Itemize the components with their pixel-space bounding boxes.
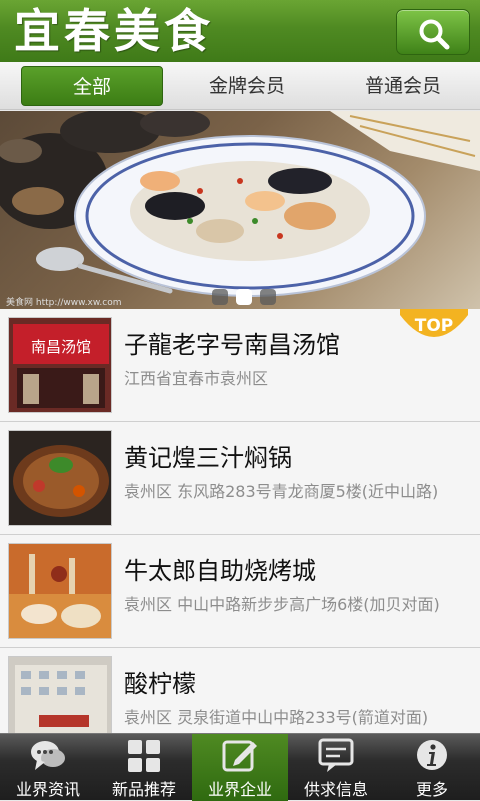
top-badge: TOP xyxy=(400,309,468,337)
tab-gold-member[interactable]: 金牌会员 xyxy=(176,66,318,106)
seafood-dish-image: 美食网 http://www.xw.com xyxy=(0,111,480,308)
nav-supply-demand[interactable]: 供求信息 xyxy=(288,734,384,801)
restaurant-name: 子龍老字号南昌汤馆 xyxy=(124,331,340,359)
list-item[interactable]: 南昌汤馆 子龍老字号南昌汤馆 江西省宜春市袁州区 TOP xyxy=(0,309,480,422)
restaurant-thumbnail xyxy=(8,543,112,639)
restaurant-thumbnail xyxy=(8,656,112,733)
chat-bubbles-icon xyxy=(31,741,65,770)
restaurant-name: 酸柠檬 xyxy=(124,670,196,698)
search-icon xyxy=(419,19,450,50)
nav-label: 更多 xyxy=(415,780,448,799)
restaurant-thumbnail xyxy=(8,430,112,526)
restaurant-address: 江西省宜春市袁州区 xyxy=(124,369,269,388)
nav-label: 业界企业 xyxy=(207,780,272,799)
shop-sign-text: 南昌汤馆 xyxy=(31,338,91,356)
nav-label: 业界资讯 xyxy=(15,780,80,799)
restaurant-address: 袁州区 东风路283号青龙商厦5楼(近中山路) xyxy=(124,482,439,501)
restaurant-name: 牛太郎自助烧烤城 xyxy=(124,557,316,585)
restaurant-list: 南昌汤馆 子龍老字号南昌汤馆 江西省宜春市袁州区 TOP 黄记煌三汁焖锅 袁州区… xyxy=(0,309,480,733)
search-button[interactable] xyxy=(396,9,470,55)
nav-label: 供求信息 xyxy=(303,780,368,799)
list-item[interactable]: 黄记煌三汁焖锅 袁州区 东风路283号青龙商厦5楼(近中山路) xyxy=(0,422,480,535)
edit-icon xyxy=(222,740,257,772)
nav-more[interactable]: 更多 xyxy=(384,734,480,801)
grid-icon xyxy=(128,740,160,772)
restaurant-address: 袁州区 中山中路新步步高广场6楼(加贝对面) xyxy=(124,595,440,614)
bottom-navigation: 业界资讯 新品推荐 业界企业 供求信息 更多 xyxy=(0,733,480,801)
list-item[interactable]: 牛太郎自助烧烤城 袁州区 中山中路新步步高广场6楼(加贝对面) xyxy=(0,535,480,648)
banner-pager-dot[interactable] xyxy=(260,289,276,305)
list-item[interactable]: 酸柠檬 袁州区 灵泉街道中山中路233号(箭道对面) xyxy=(0,648,480,733)
banner-carousel[interactable]: 美食网 http://www.xw.com xyxy=(0,111,480,309)
banner-pager-dot[interactable] xyxy=(212,289,228,305)
nav-label: 新品推荐 xyxy=(111,780,176,799)
nav-new-products[interactable]: 新品推荐 xyxy=(96,734,192,801)
banner-pager-dot-active[interactable] xyxy=(236,289,252,305)
banner-watermark: 美食网 http://www.xw.com xyxy=(6,296,122,308)
restaurant-name: 黄记煌三汁焖锅 xyxy=(124,444,292,472)
nav-industry-news[interactable]: 业界资讯 xyxy=(0,734,96,801)
top-badge-label: TOP xyxy=(415,316,454,336)
app-header: 宜春美食 xyxy=(0,0,480,62)
app-title: 宜春美食 xyxy=(14,4,214,58)
tab-all[interactable]: 全部 xyxy=(21,66,163,106)
restaurant-address: 袁州区 灵泉街道中山中路233号(箭道对面) xyxy=(124,708,429,727)
message-icon xyxy=(318,738,354,772)
info-icon xyxy=(417,740,447,770)
tab-regular-member[interactable]: 普通会员 xyxy=(332,66,474,106)
nav-industry-companies[interactable]: 业界企业 xyxy=(192,734,288,801)
restaurant-thumbnail: 南昌汤馆 xyxy=(8,317,112,413)
member-filter-tabs: 全部 金牌会员 普通会员 xyxy=(0,62,480,110)
